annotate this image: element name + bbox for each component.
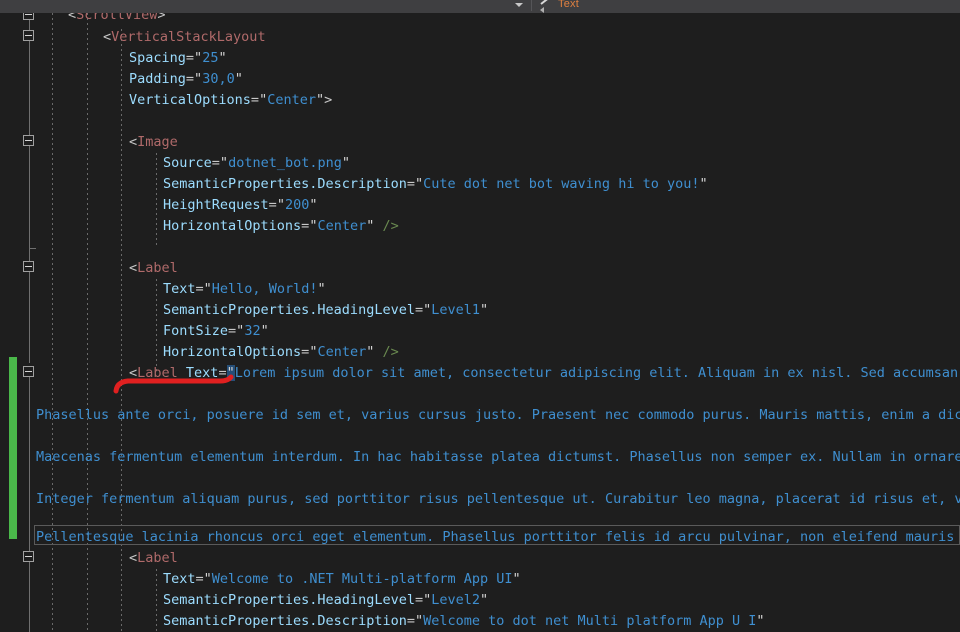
code-line[interactable]: Text="Hello, World!" [163, 279, 326, 300]
code-line[interactable]: Text="Welcome to .NET Multi-platform App… [163, 569, 521, 590]
code-line[interactable]: <ScrollView> [68, 13, 166, 26]
xaml-code-editor[interactable]: <ScrollView> <VerticalStackLayout Spacin… [0, 13, 960, 632]
code-line[interactable]: VerticalOptions="Center"> [129, 90, 332, 111]
code-line[interactable]: <Label [129, 548, 178, 569]
code-line-wrapped[interactable]: Integer fermentum aliquam purus, sed por… [36, 489, 960, 510]
chevron-down-icon[interactable] [515, 3, 523, 7]
code-line[interactable]: Source="dotnet_bot.png" [163, 153, 350, 174]
pen-icon[interactable] [540, 0, 553, 13]
code-line-wrapped[interactable]: Phasellus ante orci, posuere id sem et, … [36, 405, 960, 426]
code-line[interactable]: <VerticalStackLayout [103, 27, 266, 48]
code-line[interactable]: SemanticProperties.Description="Welcome … [163, 611, 765, 632]
code-text-layer[interactable]: <ScrollView> <VerticalStackLayout Spacin… [0, 13, 960, 632]
code-line-wrapped[interactable]: Maecenas fermentum elementum interdum. I… [36, 447, 960, 468]
code-line[interactable]: SemanticProperties.Description="Cute dot… [163, 174, 708, 195]
toolbar-label: Text [558, 0, 579, 10]
toolbar-divider [531, 0, 532, 11]
code-line[interactable]: <Image [129, 132, 178, 153]
code-line[interactable]: <Label [129, 258, 178, 279]
code-line[interactable]: Padding="30,0" [129, 69, 243, 90]
code-line[interactable]: Spacing="25" [129, 48, 227, 69]
code-line-lorem-label[interactable]: <Label Text="Lorem ipsum dolor sit amet,… [129, 363, 960, 384]
code-line[interactable]: HeightRequest="200" [163, 195, 317, 216]
text-selection: " [226, 365, 235, 381]
code-line[interactable]: FontSize="32" [163, 321, 269, 342]
editor-toolbar: Text [0, 0, 960, 14]
code-line[interactable]: SemanticProperties.HeadingLevel="Level1" [163, 300, 488, 321]
code-line-wrapped-current[interactable]: Pellentesque lacinia rhoncus orci eget e… [36, 527, 960, 548]
code-line[interactable]: HorizontalOptions="Center" /> [163, 342, 399, 363]
code-line[interactable]: SemanticProperties.HeadingLevel="Level2" [163, 590, 488, 611]
code-line[interactable]: HorizontalOptions="Center" /> [163, 216, 399, 237]
